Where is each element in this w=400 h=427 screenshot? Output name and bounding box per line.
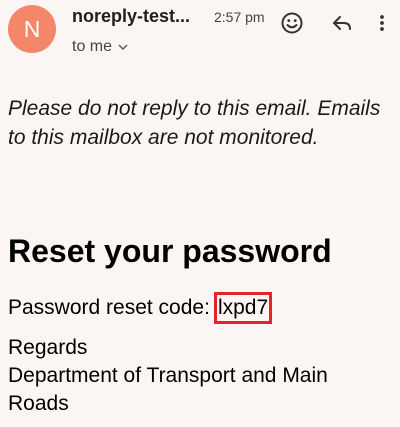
sender-avatar[interactable]: N [8,5,56,53]
reset-code-line: Password reset code: lxpd7 [8,292,273,324]
sender-name[interactable]: noreply-test... [72,6,208,27]
email-title: Reset your password [8,233,332,269]
more-options-button[interactable] [367,8,397,38]
regards-text: Regards [8,336,88,359]
email-header: N noreply-test... 2:57 pm to me [0,0,400,70]
email-body: Please do not reply to this email. Email… [8,94,392,152]
email-view: N noreply-test... 2:57 pm to me Please d… [0,0,400,427]
reply-button[interactable] [327,8,357,38]
recipient-toggle[interactable]: to me [72,38,128,56]
reply-icon [333,16,351,30]
no-reply-notice: Please do not reply to this email. Email… [8,97,381,149]
react-button[interactable] [277,8,307,38]
reset-code-value[interactable]: lxpd7 [213,292,273,324]
more-vert-icon [380,15,384,31]
signature-text: Department of Transport and Main Roads [8,364,328,415]
email-time: 2:57 pm [214,9,265,25]
recipient-label: to me [72,38,113,55]
email-signature: Regards Department of Transport and Main… [8,334,392,418]
reset-code-label: Password reset code: [8,296,210,319]
chevron-down-icon [118,44,128,50]
smiley-icon [281,12,303,34]
